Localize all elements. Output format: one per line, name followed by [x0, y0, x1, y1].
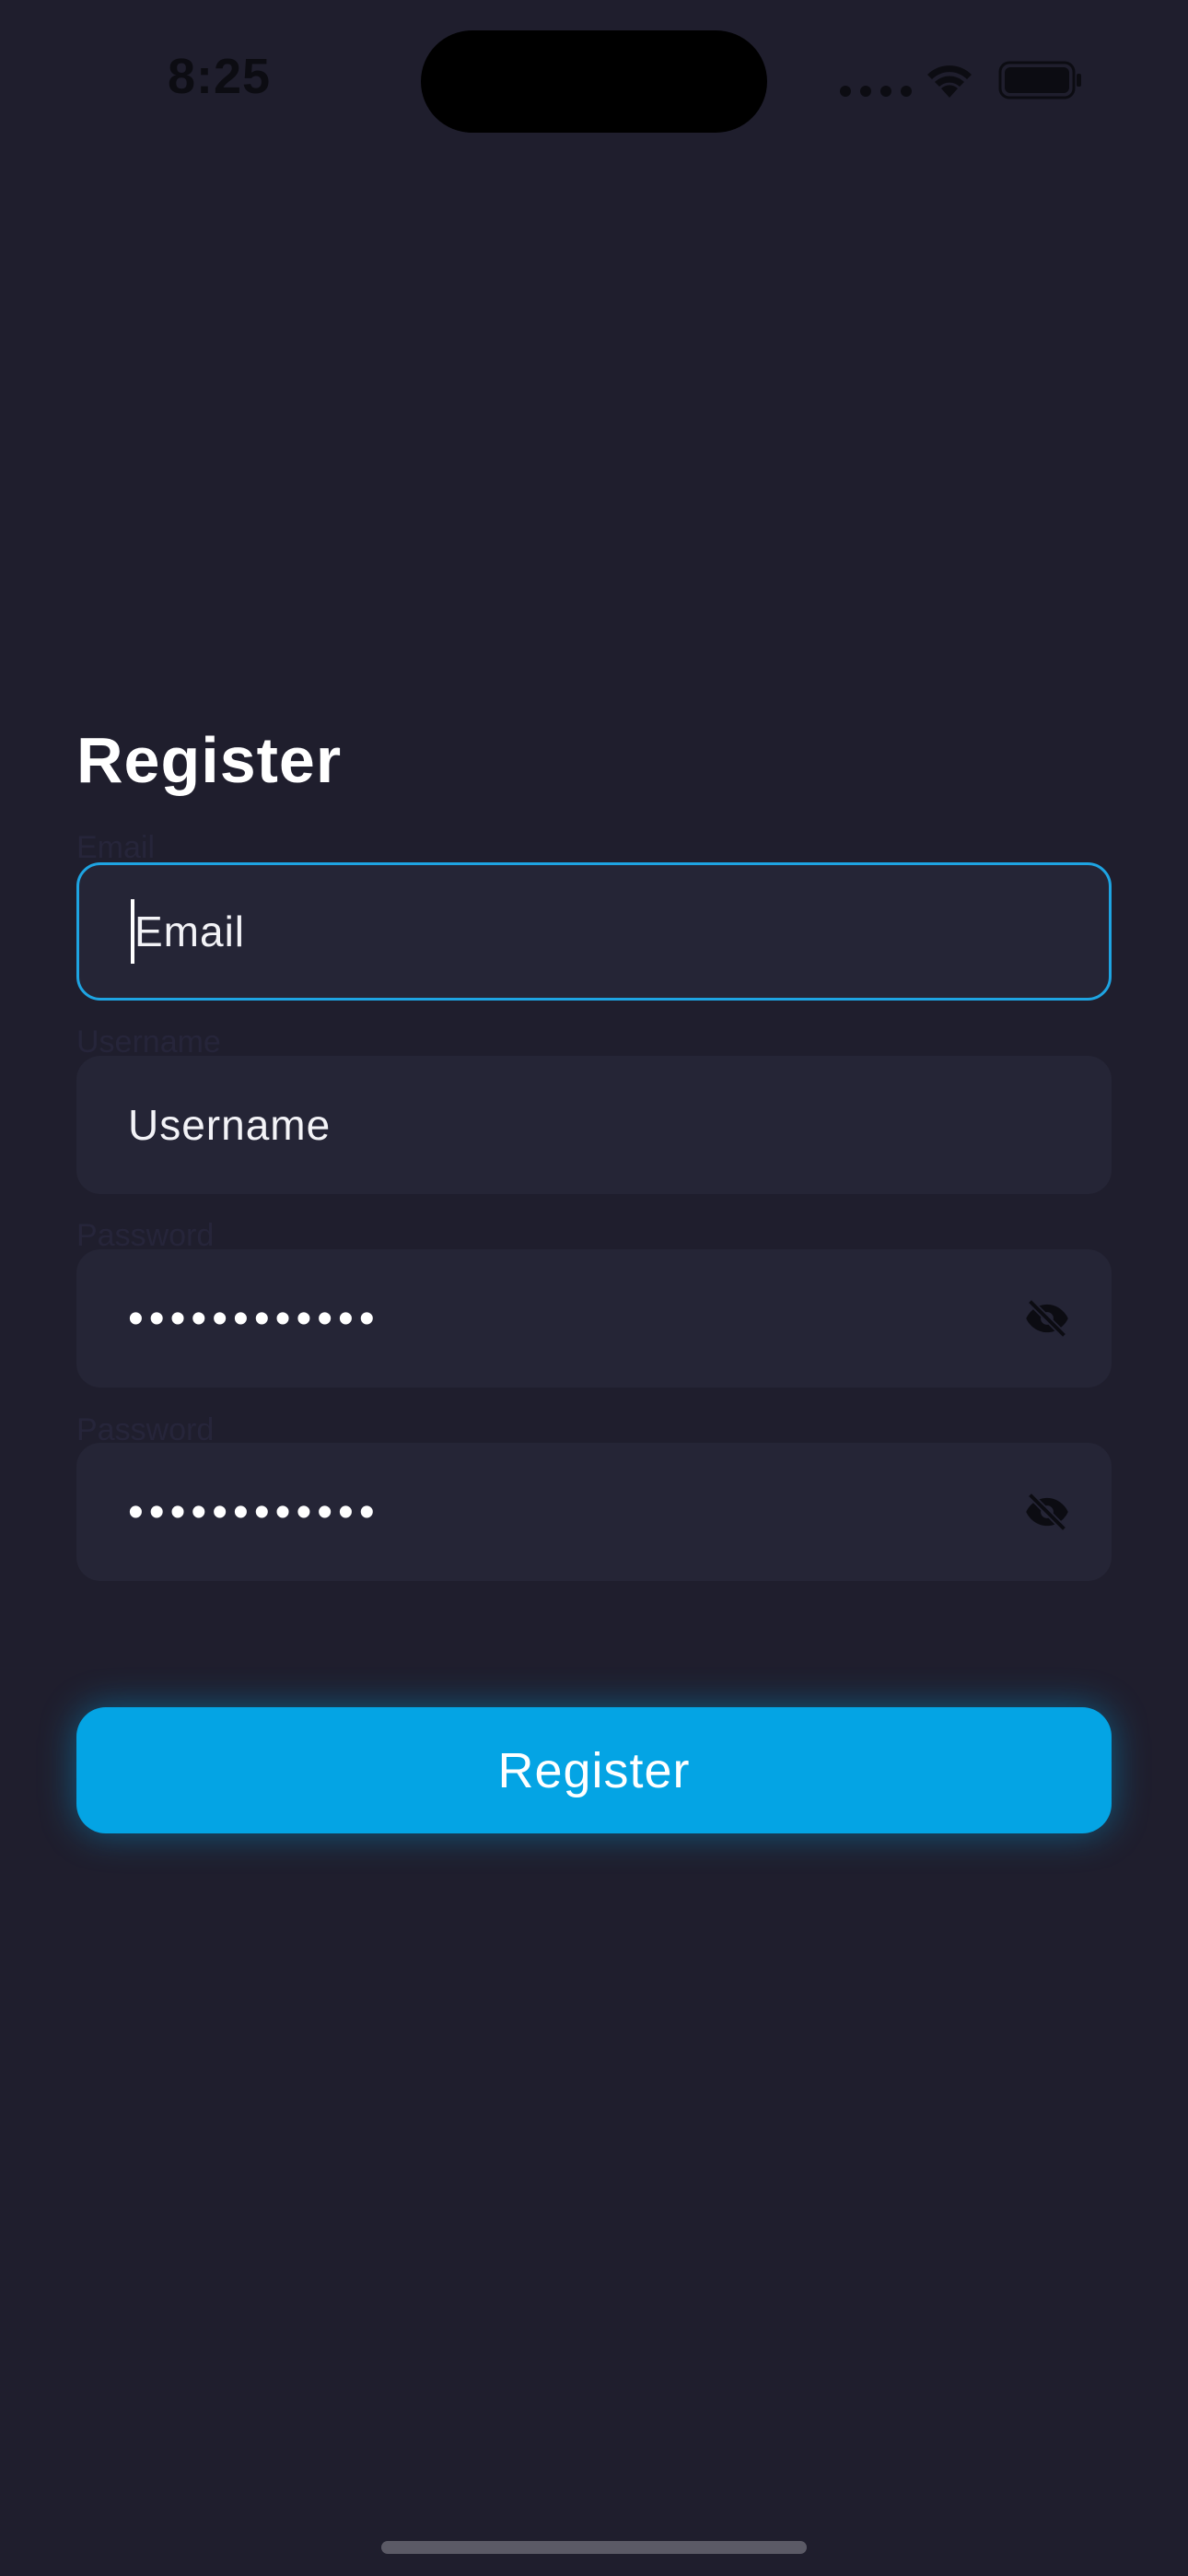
password-masked-value: ••••••••••••	[128, 1294, 380, 1343]
home-indicator[interactable]	[381, 2541, 807, 2554]
username-placeholder: Username	[128, 1101, 332, 1149]
cellular-signal-icon	[840, 86, 912, 97]
dynamic-island	[421, 30, 767, 133]
eye-off-icon[interactable]	[1023, 1294, 1071, 1342]
eye-off-icon[interactable]	[1023, 1488, 1071, 1536]
username-input[interactable]: Username	[128, 1056, 331, 1194]
battery-icon	[998, 61, 1081, 100]
username-field[interactable]: Username	[76, 1056, 1112, 1194]
confirm-password-field[interactable]: ••••••••••••	[76, 1443, 1112, 1581]
email-field[interactable]: Email	[76, 862, 1112, 1001]
confirm-password-input[interactable]: ••••••••••••	[128, 1443, 380, 1581]
email-label: Email	[76, 830, 156, 865]
email-input[interactable]: Email	[131, 865, 245, 998]
password-input[interactable]: ••••••••••••	[128, 1249, 380, 1388]
status-time: 8:25	[168, 49, 272, 104]
wifi-icon	[927, 65, 972, 98]
confirm-password-masked-value: ••••••••••••	[128, 1487, 380, 1537]
password-field[interactable]: ••••••••••••	[76, 1249, 1112, 1388]
page-title: Register	[76, 724, 343, 796]
register-button[interactable]: Register	[76, 1707, 1112, 1833]
status-bar: 8:25	[0, 0, 1188, 157]
email-placeholder: Email	[134, 907, 246, 955]
